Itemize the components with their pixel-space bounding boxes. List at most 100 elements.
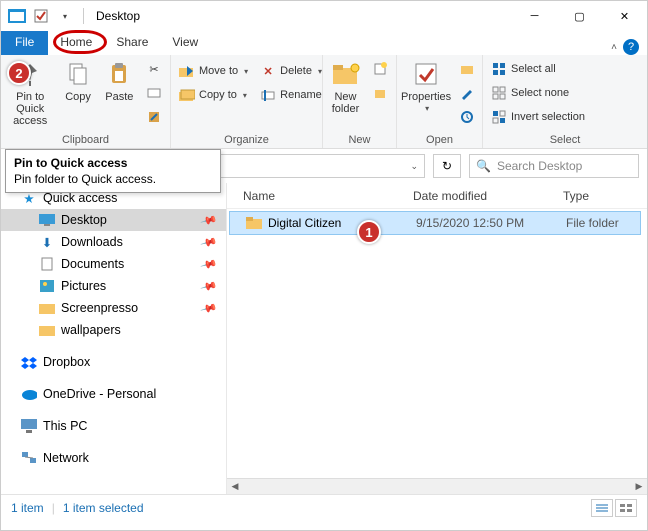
pin-icon: 📌 [200, 233, 218, 251]
easy-access-button[interactable] [368, 83, 392, 103]
dropbox-icon [21, 354, 37, 370]
address-dropdown-icon[interactable]: ⌄ [410, 161, 418, 172]
group-label-select: Select [487, 132, 643, 148]
paste-label: Paste [105, 91, 133, 103]
column-date[interactable]: Date modified [413, 189, 563, 203]
thispc-icon [21, 418, 37, 434]
search-icon: 🔍 [476, 159, 491, 173]
chevron-down-icon: ▾ [425, 105, 429, 114]
horizontal-scrollbar[interactable]: ◀ ▶ [227, 478, 647, 494]
tooltip-body: Pin folder to Quick access. [14, 172, 212, 186]
file-row[interactable]: Digital Citizen 9/15/2020 12:50 PM File … [229, 211, 641, 235]
folder-icon [39, 322, 55, 338]
group-label-clipboard: Clipboard [5, 132, 166, 148]
scroll-left-icon[interactable]: ◀ [227, 480, 243, 494]
network-icon [21, 450, 37, 466]
group-label-organize: Organize [175, 132, 318, 148]
scroll-right-icon[interactable]: ▶ [631, 480, 647, 494]
history-button[interactable] [455, 107, 479, 127]
copy-path-button[interactable] [142, 83, 166, 103]
new-item-icon [372, 61, 388, 77]
sidebar-item-downloads[interactable]: ⬇Downloads📌 [1, 231, 226, 253]
minimize-button[interactable]: ─ [512, 2, 557, 30]
path-icon [146, 85, 162, 101]
help-icon[interactable]: ? [623, 39, 639, 55]
cut-button[interactable]: ✂ [142, 59, 166, 79]
open-icon [459, 61, 475, 77]
sidebar-item-screenpresso[interactable]: Screenpresso📌 [1, 297, 226, 319]
group-new: New folder New [323, 55, 397, 148]
window-controls: ─ ▢ ✕ [512, 2, 647, 30]
navigation-pane[interactable]: ★Quick access Desktop📌 ⬇Downloads📌 Docum… [1, 183, 227, 494]
column-name[interactable]: Name [243, 189, 413, 203]
tab-home[interactable]: Home [48, 31, 104, 55]
pictures-icon [39, 278, 55, 294]
content-area: ★Quick access Desktop📌 ⬇Downloads📌 Docum… [1, 183, 647, 494]
edit-button[interactable] [455, 83, 479, 103]
refresh-button[interactable]: ↻ [433, 154, 461, 178]
column-headers[interactable]: Name Date modified Type [227, 183, 647, 209]
sidebar-item-pictures[interactable]: Pictures📌 [1, 275, 226, 297]
status-selected-count: 1 item selected [63, 501, 144, 515]
search-input[interactable]: 🔍 Search Desktop [469, 154, 639, 178]
tab-file[interactable]: File [1, 31, 48, 55]
pin-icon: 📌 [200, 255, 218, 273]
title-bar: ▾ Desktop ─ ▢ ✕ [1, 1, 647, 31]
view-details-button[interactable] [591, 499, 613, 517]
tab-view[interactable]: View [160, 31, 210, 55]
moveto-icon [179, 63, 195, 79]
ribbon: Pin to Quick access Copy Paste ✂ Clipboa… [1, 55, 647, 149]
paste-button[interactable]: Paste [101, 57, 138, 103]
paste-shortcut-button[interactable] [142, 107, 166, 127]
sidebar-item-dropbox[interactable]: Dropbox [1, 351, 226, 373]
close-button[interactable]: ✕ [602, 2, 647, 30]
sidebar-item-wallpapers[interactable]: wallpapers [1, 319, 226, 341]
copyto-icon [179, 87, 195, 103]
qat-dropdown-icon[interactable]: ▾ [55, 6, 75, 26]
sidebar-item-desktop[interactable]: Desktop📌 [1, 209, 226, 231]
select-none-button[interactable]: Select none [487, 83, 589, 103]
quick-access-toolbar: ▾ [7, 6, 88, 26]
select-all-icon [491, 61, 507, 77]
shortcut-icon [146, 109, 162, 125]
copy-icon [63, 59, 93, 89]
pin-icon: 📌 [200, 299, 218, 317]
move-to-button[interactable]: Move to▾ [175, 61, 252, 81]
group-select: Select all Select none Invert selection … [483, 55, 647, 148]
properties-label: Properties [401, 91, 451, 103]
tooltip-title: Pin to Quick access [14, 156, 212, 170]
sidebar-item-thispc[interactable]: This PC [1, 415, 226, 437]
chevron-down-icon: ▾ [318, 67, 322, 76]
annotation-callout-1: 1 [357, 220, 381, 244]
column-type[interactable]: Type [563, 189, 647, 203]
invert-selection-button[interactable]: Invert selection [487, 107, 589, 127]
select-none-icon [491, 85, 507, 101]
rename-button[interactable]: Rename [256, 85, 326, 105]
pin-icon: 📌 [200, 211, 218, 229]
delete-button[interactable]: ✕Delete▾ [256, 61, 326, 81]
view-thumbnails-button[interactable] [615, 499, 637, 517]
sidebar-item-onedrive[interactable]: OneDrive - Personal [1, 383, 226, 405]
edit-icon [459, 85, 475, 101]
collapse-ribbon-icon[interactable]: ˄ [611, 42, 617, 53]
annotation-callout-2: 2 [7, 61, 31, 85]
delete-icon: ✕ [260, 63, 276, 79]
history-icon [459, 109, 475, 125]
copy-button[interactable]: Copy [59, 57, 96, 103]
easy-access-icon [372, 85, 388, 101]
new-folder-button[interactable]: New folder [327, 57, 364, 115]
maximize-button[interactable]: ▢ [557, 2, 602, 30]
ribbon-tabs: File Home Share View ˄ ? [1, 31, 647, 55]
open-button[interactable] [455, 59, 479, 79]
tab-share[interactable]: Share [104, 31, 160, 55]
file-name: Digital Citizen [268, 216, 341, 230]
copy-to-button[interactable]: Copy to▾ [175, 85, 252, 105]
properties-qat-icon[interactable] [31, 6, 51, 26]
properties-icon [411, 59, 441, 89]
divider [83, 8, 84, 24]
properties-button[interactable]: Properties ▾ [401, 57, 451, 114]
sidebar-item-network[interactable]: Network [1, 447, 226, 469]
select-all-button[interactable]: Select all [487, 59, 589, 79]
new-item-button[interactable] [368, 59, 392, 79]
sidebar-item-documents[interactable]: Documents📌 [1, 253, 226, 275]
